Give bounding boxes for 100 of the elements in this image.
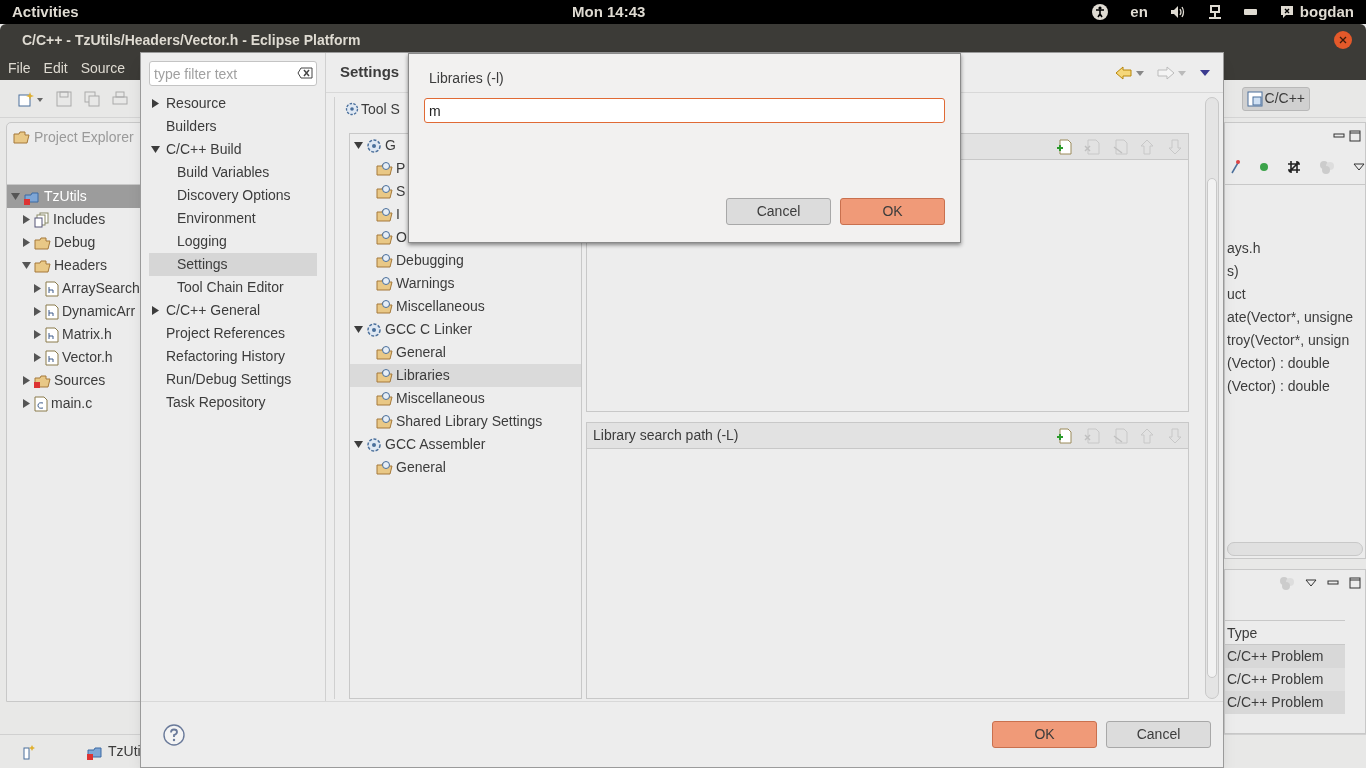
tree-item[interactable]: Libraries bbox=[350, 364, 581, 387]
menu-item[interactable]: Edit bbox=[43, 57, 68, 79]
outline-item[interactable]: (Vector) : double bbox=[1225, 375, 1365, 398]
close-button[interactable] bbox=[1334, 31, 1352, 49]
tree-item[interactable]: Discovery Options bbox=[149, 184, 317, 207]
chat-icon[interactable] bbox=[1279, 5, 1294, 19]
tab-title: Project Explorer bbox=[34, 127, 134, 147]
tree-item[interactable]: Settings bbox=[149, 253, 317, 276]
view-menu-icon[interactable] bbox=[1353, 162, 1365, 171]
table-cell: C/C++ Problem bbox=[1225, 667, 1345, 691]
menu-item[interactable]: File bbox=[8, 57, 31, 79]
add-icon[interactable] bbox=[1056, 427, 1072, 444]
c-file-icon bbox=[34, 395, 48, 412]
input-field[interactable]: m bbox=[424, 98, 945, 123]
tree-item[interactable]: Debug bbox=[7, 231, 145, 254]
tree-item[interactable]: Matrix.h bbox=[7, 323, 145, 346]
user-name[interactable]: bogdan bbox=[1299, 0, 1354, 24]
tree-item[interactable]: C/C++ General bbox=[149, 299, 317, 322]
folder-gear-icon bbox=[376, 252, 393, 269]
page-title: Settings bbox=[340, 62, 400, 83]
header-file-icon bbox=[45, 326, 59, 343]
filter-field[interactable]: type filter text bbox=[149, 61, 317, 86]
tree-item[interactable]: Task Repository bbox=[149, 391, 317, 414]
tree-item[interactable]: Includes bbox=[7, 208, 145, 231]
tree-item[interactable]: Sources bbox=[7, 369, 145, 392]
dot-icon[interactable] bbox=[1259, 161, 1269, 172]
folder-gear-icon bbox=[376, 275, 393, 292]
view-menu-icon[interactable] bbox=[1305, 578, 1317, 587]
tree-item[interactable]: Miscellaneous bbox=[350, 295, 581, 318]
menu-item[interactable]: Source bbox=[80, 57, 126, 79]
folder-gear-icon bbox=[376, 183, 393, 200]
outline-item[interactable]: (Vector) : double bbox=[1225, 352, 1365, 375]
field-label: Libraries (-l) bbox=[428, 69, 505, 88]
network-icon[interactable] bbox=[1207, 4, 1222, 20]
tree-item[interactable]: Headers bbox=[7, 254, 145, 277]
volume-icon[interactable] bbox=[1169, 5, 1186, 19]
folder-gear-icon bbox=[376, 459, 393, 476]
back-arrow-icon[interactable] bbox=[1115, 65, 1145, 80]
tree-item[interactable]: main.c bbox=[7, 392, 145, 415]
outline-item[interactable]: ate(Vector*, unsigne bbox=[1225, 306, 1365, 329]
table-cell: C/C++ Problem bbox=[1225, 644, 1345, 668]
clear-icon[interactable] bbox=[297, 67, 313, 79]
new-icon[interactable] bbox=[18, 90, 44, 107]
maximize-icon[interactable] bbox=[1349, 576, 1361, 589]
folder-gear-icon bbox=[376, 206, 393, 223]
tree-item[interactable]: Refactoring History bbox=[149, 345, 317, 368]
folder-gear-icon bbox=[376, 413, 393, 430]
panel-title: Library search path (-L) bbox=[593, 426, 739, 445]
activities-button[interactable]: Activities bbox=[12, 0, 572, 24]
outline-item[interactable]: troy(Vector*, unsign bbox=[1225, 329, 1365, 352]
battery-icon[interactable] bbox=[1243, 8, 1258, 16]
library-icon bbox=[34, 211, 50, 228]
tree-item[interactable]: Run/Debug Settings bbox=[149, 368, 317, 391]
tree-item[interactable]: General bbox=[350, 341, 581, 364]
outline-item[interactable]: ays.h bbox=[1225, 237, 1365, 260]
column-header[interactable]: Type bbox=[1225, 620, 1345, 645]
tree-item[interactable]: GCC Assembler bbox=[350, 433, 581, 456]
add-icon[interactable] bbox=[1056, 138, 1072, 155]
tree-item[interactable]: Warnings bbox=[350, 272, 581, 295]
view-menu-icon[interactable] bbox=[1199, 68, 1211, 77]
tree-item[interactable]: Logging bbox=[149, 230, 317, 253]
outline-item[interactable]: s) bbox=[1225, 260, 1365, 283]
tree-item[interactable]: Debugging bbox=[350, 249, 581, 272]
folder-gear-icon bbox=[376, 367, 393, 384]
horizontal-scrollbar[interactable] bbox=[1227, 541, 1363, 556]
folder-icon bbox=[13, 129, 30, 145]
tree-item[interactable]: Resource bbox=[149, 92, 317, 115]
dialog-button[interactable]: OK bbox=[840, 198, 945, 225]
header-file-icon bbox=[45, 280, 59, 297]
outline-item[interactable]: uct bbox=[1225, 283, 1365, 306]
tree-item[interactable]: Environment bbox=[149, 207, 317, 230]
status-text: TzUti bbox=[108, 742, 141, 761]
tree-item[interactable]: GCC C Linker bbox=[350, 318, 581, 341]
perspective-button[interactable]: C/C++ bbox=[1241, 86, 1310, 111]
tree-item[interactable]: Miscellaneous bbox=[350, 387, 581, 410]
tree-item[interactable]: Shared Library Settings bbox=[350, 410, 581, 433]
dialog-button[interactable]: Cancel bbox=[726, 198, 831, 225]
accessibility-icon[interactable] bbox=[1092, 4, 1109, 20]
help-icon[interactable] bbox=[163, 723, 185, 746]
maximize-icon[interactable] bbox=[1349, 130, 1361, 142]
tree-item[interactable]: Tool Chain Editor bbox=[149, 276, 317, 299]
tree-item[interactable]: Builders bbox=[149, 115, 317, 138]
header-file-icon bbox=[45, 303, 59, 320]
tree-item[interactable]: DynamicArr bbox=[7, 300, 145, 323]
tree-item[interactable]: Project References bbox=[149, 322, 317, 345]
tree-item[interactable]: Build Variables bbox=[149, 161, 317, 184]
keyboard-language[interactable]: en bbox=[1130, 0, 1148, 24]
tree-item[interactable]: General bbox=[350, 456, 581, 479]
hash-icon[interactable] bbox=[1287, 159, 1301, 174]
dialog-button[interactable]: Cancel bbox=[1106, 721, 1211, 748]
gear-icon bbox=[366, 436, 382, 453]
header-file-icon bbox=[45, 349, 59, 366]
vertical-scrollbar[interactable] bbox=[1205, 97, 1219, 699]
dialog-button[interactable]: OK bbox=[992, 721, 1097, 748]
clock[interactable]: Mon 14:43 bbox=[572, 0, 992, 24]
tree-item[interactable]: C/C++ Build bbox=[149, 138, 317, 161]
tree-item[interactable]: Vector.h bbox=[7, 346, 145, 369]
fast-view-icon[interactable] bbox=[20, 743, 36, 760]
tree-item[interactable]: ArraySearch bbox=[7, 277, 145, 300]
sort-icon[interactable] bbox=[1231, 158, 1241, 175]
